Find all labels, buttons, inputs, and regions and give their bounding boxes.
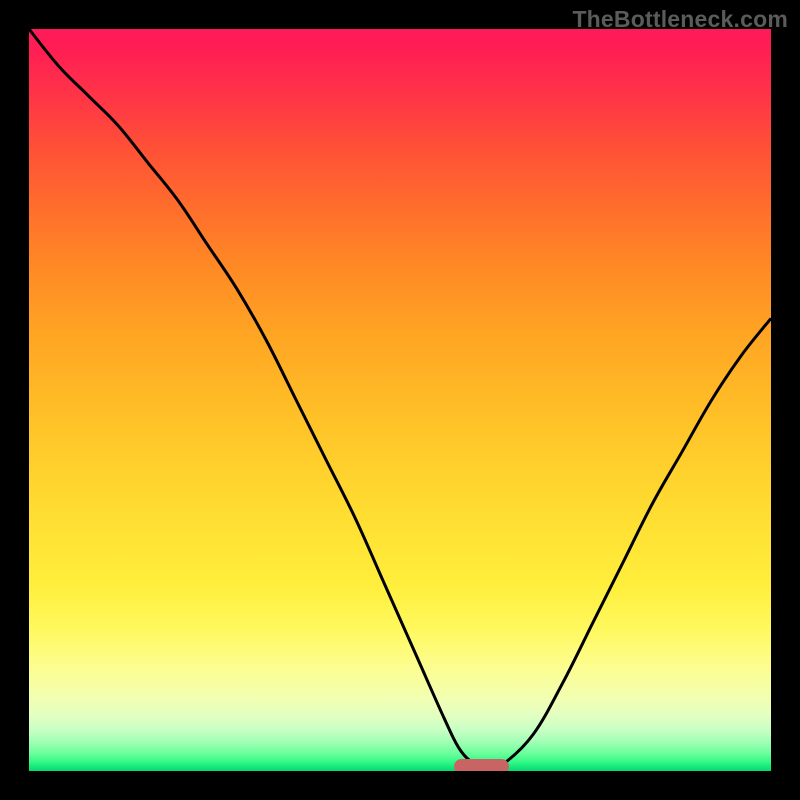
chart-frame: TheBottleneck.com xyxy=(0,0,800,800)
optimal-marker xyxy=(454,759,510,771)
watermark-text: TheBottleneck.com xyxy=(572,6,788,33)
bottleneck-curve xyxy=(29,29,771,771)
plot-area xyxy=(29,29,771,771)
